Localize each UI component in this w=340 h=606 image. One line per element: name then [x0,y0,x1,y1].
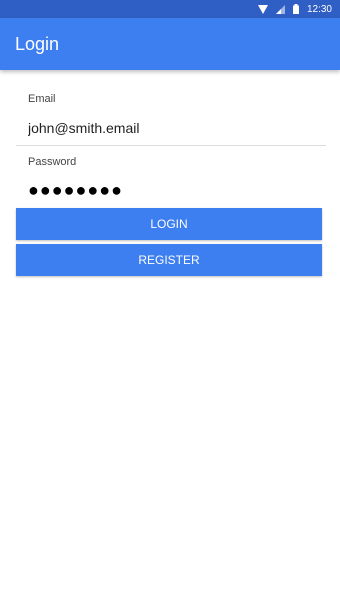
password-field[interactable]: ●●●●●●●● [28,180,326,200]
email-field[interactable] [28,117,326,139]
status-icons: 12:30 [257,0,332,18]
email-divider [16,145,326,146]
login-form: Email Password ●●●●●●●● [16,86,326,200]
status-time: 12:30 [306,3,332,15]
app-bar: Login [0,18,340,70]
battery-icon [292,4,299,14]
page-title: Login [15,34,60,54]
status-bar: 12:30 [0,0,340,18]
signal-icon [275,4,285,14]
email-label: Email [28,93,56,105]
login-button[interactable]: LOGIN [16,208,322,240]
register-button[interactable]: REGISTER [16,244,322,276]
wifi-icon [257,4,268,14]
password-label: Password [28,156,77,168]
